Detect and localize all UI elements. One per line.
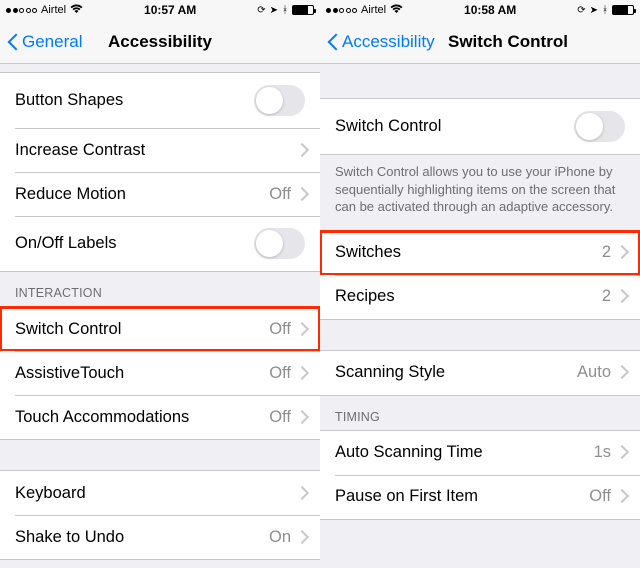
back-button[interactable]: Accessibility bbox=[328, 32, 435, 52]
keyboard-cell[interactable]: Keyboard bbox=[0, 471, 320, 515]
assistive-touch-cell[interactable]: AssistiveTouch Off bbox=[0, 351, 320, 395]
interaction-header: INTERACTION bbox=[0, 272, 320, 306]
onoff-labels-cell[interactable]: On/Off Labels bbox=[0, 216, 320, 271]
chevron-right-icon bbox=[297, 411, 305, 424]
switch-control-screen: Airtel 10:58 AM ⟳ ➤ ᚼ Accessibility Swit… bbox=[320, 0, 640, 568]
cell-label: Auto Scanning Time bbox=[335, 443, 594, 462]
cell-detail: Auto bbox=[577, 363, 611, 382]
toggle-switch[interactable] bbox=[254, 228, 305, 259]
chevron-left-icon bbox=[8, 32, 20, 52]
chevron-right-icon bbox=[297, 531, 305, 544]
nav-title: Switch Control bbox=[448, 32, 632, 52]
nav-bar: Accessibility Switch Control bbox=[320, 20, 640, 64]
content-list[interactable]: Switch Control Switch Control allows you… bbox=[320, 64, 640, 568]
scanning-style-cell[interactable]: Scanning Style Auto bbox=[320, 351, 640, 395]
carrier-label: Airtel bbox=[361, 4, 386, 16]
pause-first-item-cell[interactable]: Pause on First Item Off bbox=[320, 475, 640, 519]
location-icon: ➤ bbox=[590, 5, 598, 16]
bluetooth-icon: ᚼ bbox=[602, 5, 608, 16]
back-button[interactable]: General bbox=[8, 32, 82, 52]
cell-label: Pause on First Item bbox=[335, 487, 589, 506]
cell-detail: 2 bbox=[602, 287, 611, 306]
back-label: Accessibility bbox=[342, 32, 435, 52]
switch-control-cell[interactable]: Switch Control Off bbox=[0, 307, 320, 351]
cell-label: Keyboard bbox=[15, 484, 297, 503]
cell-label: Button Shapes bbox=[15, 91, 254, 110]
cell-label: AssistiveTouch bbox=[15, 364, 269, 383]
battery-icon bbox=[612, 5, 634, 15]
location-icon: ➤ bbox=[270, 5, 278, 16]
chevron-right-icon bbox=[617, 366, 625, 379]
reduce-motion-cell[interactable]: Reduce Motion Off bbox=[0, 172, 320, 216]
cell-label: Touch Accommodations bbox=[15, 408, 269, 427]
cell-detail: On bbox=[269, 528, 291, 547]
chevron-right-icon bbox=[297, 367, 305, 380]
bluetooth-icon: ᚼ bbox=[282, 5, 288, 16]
cell-label: Increase Contrast bbox=[15, 141, 297, 160]
chevron-right-icon bbox=[297, 144, 305, 157]
toggle-switch[interactable] bbox=[574, 111, 625, 142]
cell-label: Switch Control bbox=[335, 117, 574, 136]
cell-label: Shake to Undo bbox=[15, 528, 269, 547]
battery-icon bbox=[292, 5, 314, 15]
cell-detail: Off bbox=[269, 320, 291, 339]
chevron-right-icon bbox=[617, 246, 625, 259]
signal-dots bbox=[326, 8, 357, 13]
cell-detail: Off bbox=[269, 408, 291, 427]
rotation-lock-icon: ⟳ bbox=[257, 5, 265, 16]
cell-label: On/Off Labels bbox=[15, 234, 254, 253]
status-right: ⟳ ➤ ᚼ bbox=[257, 5, 314, 16]
signal-dots bbox=[6, 8, 37, 13]
switch-control-description: Switch Control allows you to use your iP… bbox=[320, 155, 640, 230]
chevron-right-icon bbox=[297, 188, 305, 201]
button-shapes-cell[interactable]: Button Shapes bbox=[0, 73, 320, 128]
shake-to-undo-cell[interactable]: Shake to Undo On bbox=[0, 515, 320, 559]
chevron-right-icon bbox=[297, 323, 305, 336]
cell-label: Switch Control bbox=[15, 320, 269, 339]
status-bar: Airtel 10:57 AM ⟳ ➤ ᚼ bbox=[0, 0, 320, 20]
timing-header: TIMING bbox=[320, 396, 640, 430]
accessibility-screen: Airtel 10:57 AM ⟳ ➤ ᚼ General Accessibil… bbox=[0, 0, 320, 568]
wifi-icon bbox=[70, 4, 83, 16]
chevron-left-icon bbox=[328, 32, 340, 52]
cell-detail: 1s bbox=[594, 443, 611, 462]
status-left: Airtel bbox=[326, 4, 403, 16]
status-time: 10:57 AM bbox=[144, 3, 196, 17]
cell-label: Switches bbox=[335, 243, 602, 262]
chevron-right-icon bbox=[297, 487, 305, 500]
cell-detail: Off bbox=[269, 364, 291, 383]
switch-control-toggle-cell[interactable]: Switch Control bbox=[320, 99, 640, 154]
back-label: General bbox=[22, 32, 82, 52]
nav-bar: General Accessibility bbox=[0, 20, 320, 64]
status-bar: Airtel 10:58 AM ⟳ ➤ ᚼ bbox=[320, 0, 640, 20]
toggle-switch[interactable] bbox=[254, 85, 305, 116]
increase-contrast-cell[interactable]: Increase Contrast bbox=[0, 128, 320, 172]
cell-detail: 2 bbox=[602, 243, 611, 262]
chevron-right-icon bbox=[617, 290, 625, 303]
cell-detail: Off bbox=[589, 487, 611, 506]
auto-scanning-time-cell[interactable]: Auto Scanning Time 1s bbox=[320, 431, 640, 475]
carrier-label: Airtel bbox=[41, 4, 66, 16]
cell-label: Recipes bbox=[335, 287, 602, 306]
status-right: ⟳ ➤ ᚼ bbox=[577, 5, 634, 16]
chevron-right-icon bbox=[617, 490, 625, 503]
touch-accommodations-cell[interactable]: Touch Accommodations Off bbox=[0, 395, 320, 439]
switches-cell[interactable]: Switches 2 bbox=[320, 231, 640, 275]
status-time: 10:58 AM bbox=[464, 3, 516, 17]
cell-label: Reduce Motion bbox=[15, 185, 269, 204]
cell-label: Scanning Style bbox=[335, 363, 577, 382]
content-list[interactable]: Button Shapes Increase Contrast Reduce M… bbox=[0, 64, 320, 568]
chevron-right-icon bbox=[617, 446, 625, 459]
cell-detail: Off bbox=[269, 185, 291, 204]
recipes-cell[interactable]: Recipes 2 bbox=[320, 275, 640, 319]
rotation-lock-icon: ⟳ bbox=[577, 5, 585, 16]
wifi-icon bbox=[390, 4, 403, 16]
status-left: Airtel bbox=[6, 4, 83, 16]
